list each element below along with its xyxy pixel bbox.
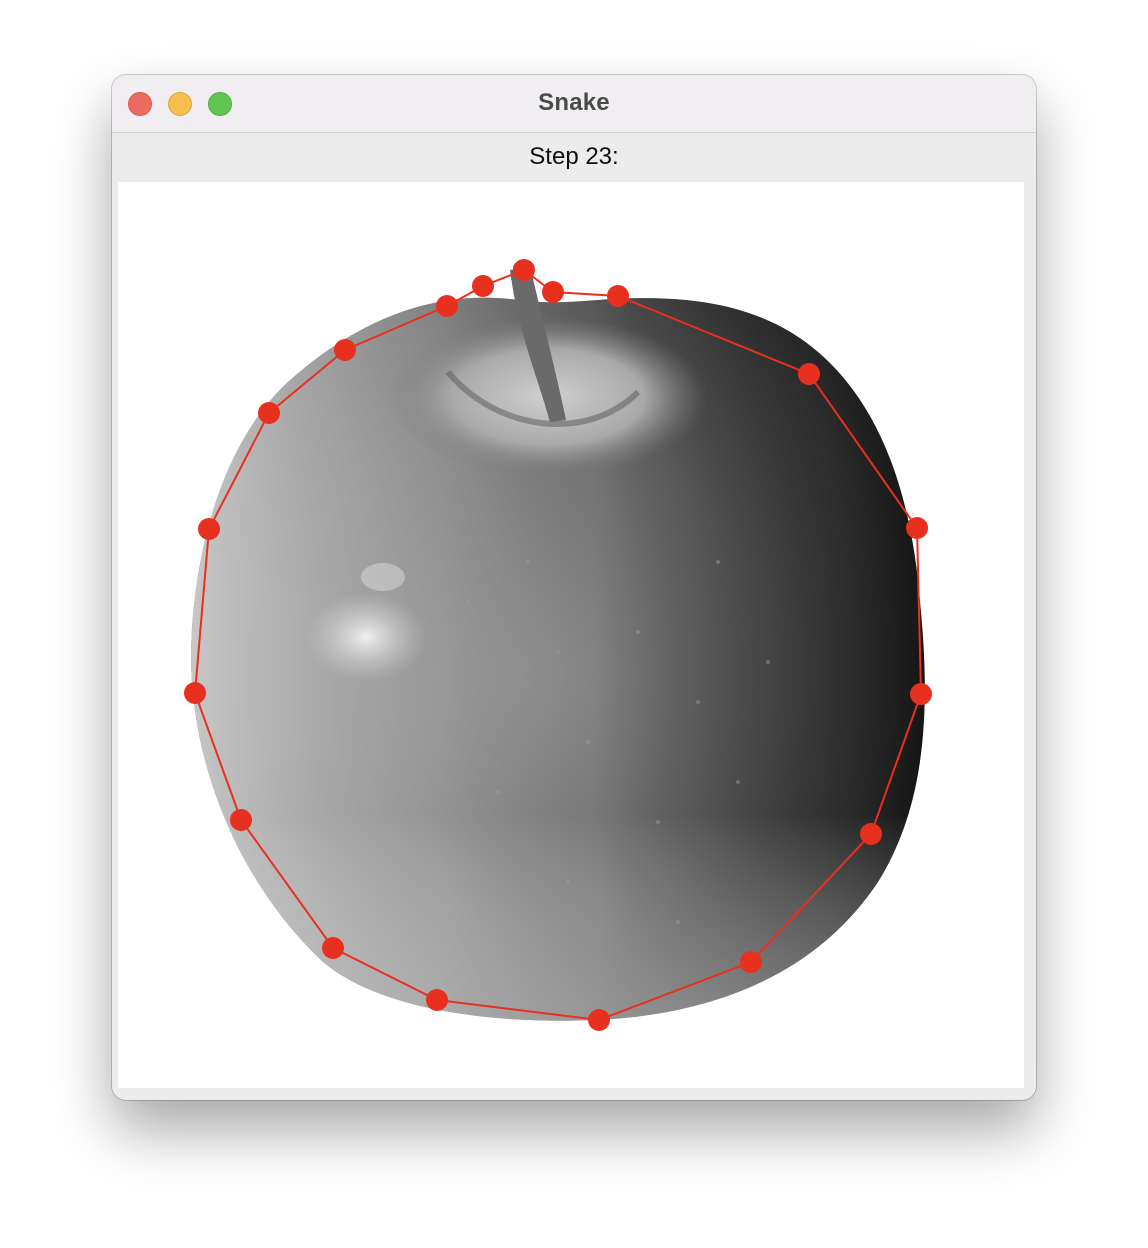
snake-point [910,683,932,705]
snake-point [472,275,494,297]
title-bar[interactable]: Snake [112,75,1036,133]
snake-point [436,295,458,317]
snake-point [258,402,280,424]
snake-point [334,339,356,361]
snake-point [607,285,629,307]
snake-point [740,951,762,973]
snake-point [860,823,882,845]
snake-point [198,518,220,540]
snake-point [798,363,820,385]
snake-point [230,809,252,831]
snake-point [426,989,448,1011]
snake-point [322,937,344,959]
snake-point [184,682,206,704]
snake-view [184,259,932,1031]
apple-image [190,261,925,1021]
snake-point [542,281,564,303]
snake-point [906,517,928,539]
window-title: Snake [538,89,610,116]
snake-window: Snake Step 23: [112,75,1036,1100]
step-label: Step 23: [529,143,619,170]
snake-point [513,259,535,281]
image-canvas[interactable] [118,182,1024,1088]
snake-point [588,1009,610,1031]
